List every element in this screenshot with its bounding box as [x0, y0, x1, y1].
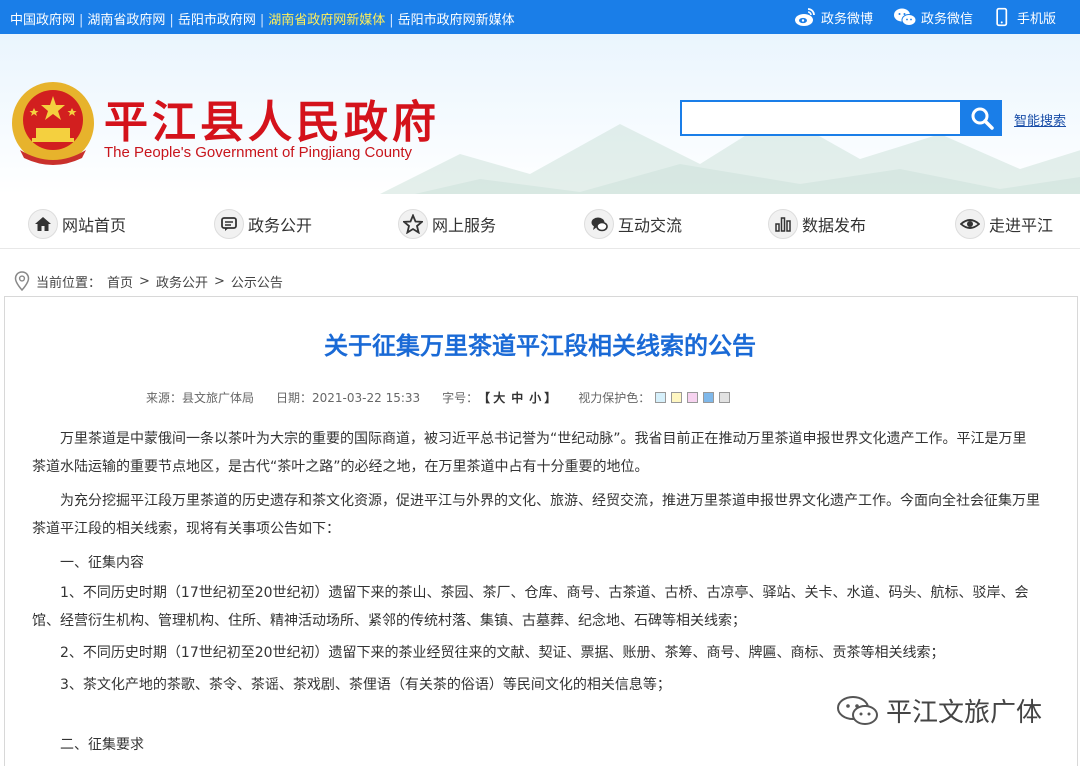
location-pin-icon — [14, 271, 30, 291]
breadcrumb-label: 当前位置： — [36, 275, 102, 291]
color-swatch-blue[interactable] — [703, 392, 715, 403]
bar-chart-icon — [768, 209, 798, 239]
font-size-medium-button[interactable]: 中 — [511, 389, 523, 406]
wechat-link[interactable]: 政务微信 — [893, 6, 973, 28]
paragraph: 茶道水陆运输的重要节点地区，是古代“茶叶之路”的必经之地，在万里茶道中占有十分重… — [32, 459, 649, 475]
weibo-link[interactable]: 政务微博 — [793, 6, 873, 28]
mobile-link[interactable]: 手机版 — [993, 6, 1056, 28]
main-nav: 网站首页 政务公开 网上服务 互动交流 数据发布 走进平江 — [0, 200, 1080, 248]
breadcrumb-sep: > — [213, 273, 225, 289]
site-title: 平江县人民政府 — [104, 97, 440, 148]
home-icon — [28, 209, 58, 239]
search-icon — [971, 107, 994, 130]
chat-icon — [214, 209, 244, 239]
paragraph: 2、不同历史时期（17世纪初至20世纪初）遗留下来的茶业经贸往来的文献、契证、票… — [60, 645, 945, 661]
color-swatch-pink[interactable] — [687, 392, 699, 403]
nav-label: 网站首页 — [62, 216, 127, 235]
comment-icon — [584, 209, 614, 239]
nav-item-online-service[interactable]: 网上服务 — [398, 208, 496, 240]
top-right-links: 政务微博 政务微信 手机版 — [793, 6, 1056, 28]
weibo-icon — [794, 8, 815, 26]
font-size-close: 】 — [544, 391, 557, 405]
font-size-large-button[interactable]: 大 — [493, 389, 505, 406]
section-heading: 二、征集要求 — [60, 737, 144, 753]
wechat-watermark: 平江文旅广体 — [836, 692, 1042, 729]
site-header: 平江县人民政府 The People's Government of Pingj… — [0, 34, 1080, 194]
section-heading: 一、征集内容 — [60, 555, 144, 571]
breadcrumb-home[interactable]: 首页 — [107, 272, 133, 291]
font-size-small-button[interactable]: 小 — [529, 389, 541, 406]
nav-label: 网上服务 — [432, 216, 497, 235]
breadcrumb-sep: > — [139, 273, 150, 289]
top-links: 中国政府网 | 湖南省政府网 | 岳阳市政府网 | 湖南省政府网新媒体 | 岳阳市政府网新媒体 — [10, 9, 515, 28]
color-swatch-cyan[interactable] — [655, 392, 667, 403]
top-link-yueyang-newmedia[interactable]: 岳阳市政府网新媒体 — [398, 9, 515, 28]
national-emblem — [12, 82, 94, 165]
nav-divider — [0, 248, 1080, 249]
wechat-label: 政务微信 — [920, 11, 973, 27]
watermark-text: 平江文旅广体 — [886, 698, 1043, 728]
breadcrumb-notices[interactable]: 公示公告 — [231, 272, 283, 291]
font-size-open: 【 — [478, 391, 491, 405]
nav-item-data[interactable]: 数据发布 — [768, 208, 866, 240]
weibo-label: 政务微博 — [820, 11, 873, 27]
top-bar: 中国政府网 | 湖南省政府网 | 岳阳市政府网 | 湖南省政府网新媒体 | 岳阳市政府网新媒体 … — [0, 0, 1080, 34]
top-link-yueyang[interactable]: 岳阳市政府网 — [178, 9, 256, 28]
nav-label: 政务公开 — [248, 216, 313, 235]
nav-label: 互动交流 — [618, 216, 683, 235]
font-size-label: 字号： — [442, 391, 479, 405]
article-meta: 来源：县文旅广体局 日期：2021-03-22 15:33 字号： 【 大 中 … — [146, 389, 731, 406]
smart-search-link[interactable]: 智能搜索 — [1014, 110, 1066, 129]
article-title: 关于征集万里茶道平江段相关线索的公告 — [324, 332, 756, 360]
search-button[interactable] — [961, 100, 1002, 136]
separator: | — [79, 13, 84, 28]
top-link-hunan-newmedia[interactable]: 湖南省政府网新媒体 — [268, 9, 385, 28]
wechat-icon — [837, 695, 878, 725]
article-date: 日期：2021-03-22 15:33 — [276, 391, 421, 405]
search-input[interactable] — [680, 100, 962, 136]
breadcrumb: 当前位置： 首页 > 政务公开 > 公示公告 — [14, 270, 283, 292]
mobile-label: 手机版 — [1016, 11, 1056, 27]
nav-item-about[interactable]: 走进平江 — [955, 208, 1053, 240]
nav-item-home[interactable]: 网站首页 — [28, 208, 126, 240]
wechat-icon — [893, 8, 917, 26]
star-icon — [398, 209, 428, 239]
top-link-hunan[interactable]: 湖南省政府网 — [87, 9, 165, 28]
eye-icon — [955, 209, 985, 239]
paragraph: 馆、经营衍生机构、管理机构、住所、精神活动场所、紧邻的传统村落、集镇、古墓葬、纪… — [32, 613, 746, 629]
paragraph: 茶道平江段的相关线索，现将有关事项公告如下： — [32, 521, 340, 537]
breadcrumb-gov-affairs[interactable]: 政务公开 — [156, 272, 208, 291]
separator: | — [389, 13, 394, 28]
nav-item-gov-affairs[interactable]: 政务公开 — [214, 208, 312, 240]
nav-item-interaction[interactable]: 互动交流 — [584, 208, 682, 240]
mobile-icon — [996, 7, 1008, 27]
site-subtitle: The People's Government of Pingjiang Cou… — [104, 144, 413, 161]
color-swatch-yellow[interactable] — [671, 392, 683, 403]
separator: | — [169, 13, 174, 28]
top-link-gov-cn[interactable]: 中国政府网 — [10, 9, 75, 28]
eye-care-label: 视力保护色： — [578, 391, 651, 405]
nav-label: 走进平江 — [989, 216, 1054, 235]
nav-label: 数据发布 — [802, 216, 867, 235]
color-swatch-gray[interactable] — [719, 392, 731, 403]
separator: | — [259, 13, 265, 28]
article-source: 来源：县文旅广体局 — [146, 391, 255, 405]
